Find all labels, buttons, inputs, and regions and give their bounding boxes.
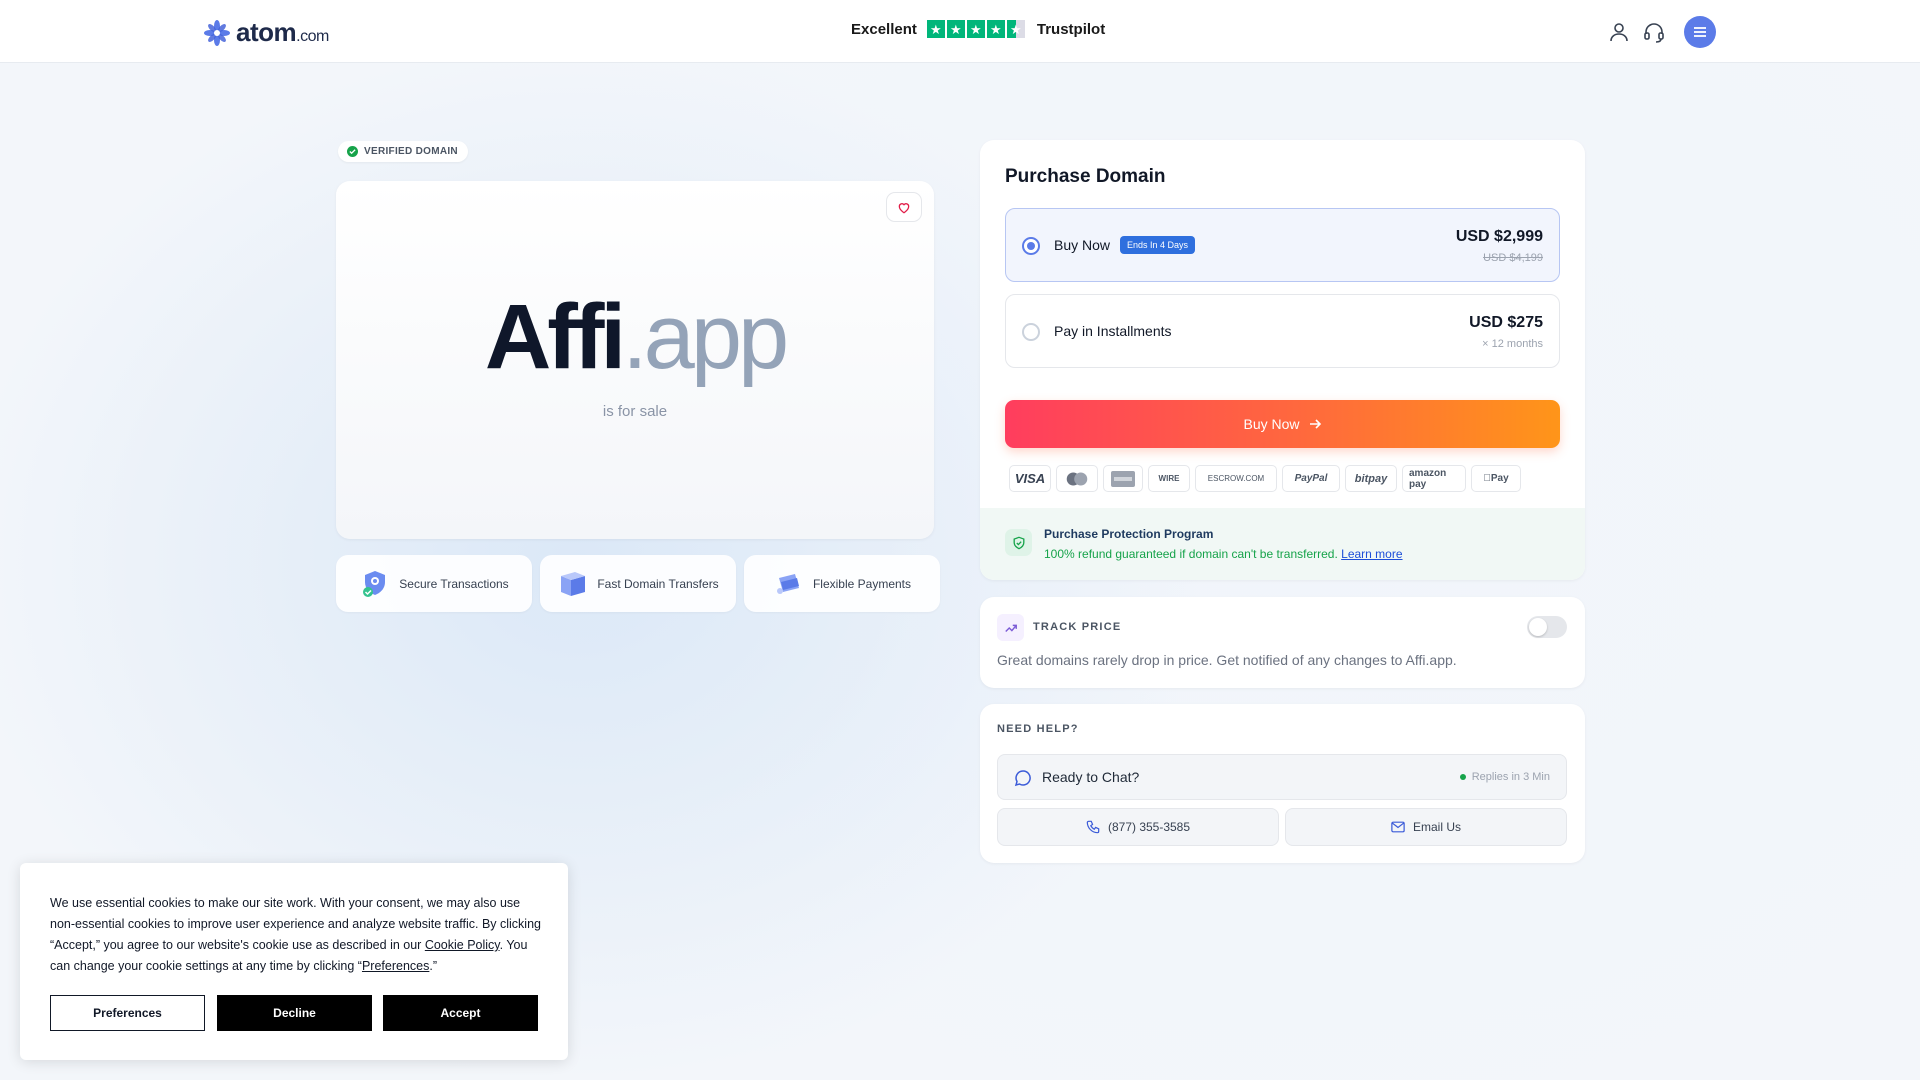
buy-now-price: USD $2,999 <box>1455 228 1543 245</box>
help-label: NEED HELP? <box>997 723 1079 735</box>
phone-number: (877) 355-3585 <box>1107 820 1191 834</box>
radio-buy-now[interactable] <box>1022 237 1040 255</box>
payment-methods: VISA WIRE ESCROW.COM PayPal bitpay amazo… <box>1009 465 1521 492</box>
phone-icon <box>1086 820 1100 834</box>
domain-base: Affi <box>484 286 626 388</box>
feature-label: Secure Transactions <box>399 576 509 591</box>
for-sale-label: is for sale <box>602 403 668 420</box>
heart-icon <box>898 202 910 214</box>
radio-installments[interactable] <box>1022 323 1040 341</box>
chat-label: Ready to Chat? <box>1042 769 1140 785</box>
shield-lock-icon <box>363 570 386 597</box>
purchase-protection: Purchase Protection Program 100% refund … <box>980 508 1585 580</box>
chat-status: Replies in 3 Min <box>1459 771 1550 783</box>
purchase-panel: Purchase Domain Buy Now Ends In 4 Days U… <box>980 140 1585 580</box>
favorite-button[interactable] <box>886 192 922 222</box>
phone-button[interactable]: (877) 355-3585 <box>997 808 1279 846</box>
protection-title: Purchase Protection Program <box>1044 527 1214 541</box>
arrow-right-icon <box>1309 419 1321 429</box>
star-icon: ★ <box>946 20 965 38</box>
amex-icon <box>1103 465 1143 492</box>
option-label: Buy Now <box>1054 237 1111 253</box>
cookie-banner: We use essential cookies to make our sit… <box>20 863 568 1060</box>
chat-bubble-icon <box>1014 770 1031 787</box>
installment-price: USD $275 <box>1469 314 1543 331</box>
visa-icon: VISA <box>1009 465 1051 492</box>
domain-name: Affi.app <box>336 291 934 383</box>
cookie-policy-link[interactable]: Cookie Policy <box>425 938 500 952</box>
trustpilot-rating-label: Excellent <box>851 20 917 38</box>
escrow-icon: ESCROW.COM <box>1195 465 1277 492</box>
atom-logo-icon <box>204 19 230 46</box>
hamburger-icon <box>1694 27 1706 37</box>
option-installments[interactable]: Pay in Installments USD $275 × 12 months <box>1005 294 1560 368</box>
buy-now-button[interactable]: Buy Now <box>1005 400 1560 448</box>
purchase-title: Purchase Domain <box>1005 166 1166 187</box>
check-circle-icon <box>347 146 358 157</box>
apple-pay-icon: Pay <box>1471 465 1521 492</box>
paypal-icon: PayPal <box>1282 465 1340 492</box>
trustpilot-brand: Trustpilot <box>1036 20 1106 38</box>
transfer-cube-icon <box>561 571 586 596</box>
headset-support-icon[interactable] <box>1642 20 1666 44</box>
amazon-pay-icon: amazon pay <box>1402 465 1466 492</box>
feature-fast-domain-transfers: Fast Domain Transfers <box>540 555 736 612</box>
verified-badge-label: VERIFIED DOMAIN <box>364 146 458 157</box>
option-buy-now[interactable]: Buy Now Ends In 4 Days USD $2,999 USD $4… <box>1005 208 1560 282</box>
accept-button[interactable]: Accept <box>383 995 538 1031</box>
shield-check-icon <box>1005 529 1032 556</box>
mastercard-icon <box>1056 465 1098 492</box>
logo[interactable]: atom.com <box>203 17 329 48</box>
online-status-dot <box>1459 774 1466 780</box>
option-label: Pay in Installments <box>1054 323 1172 339</box>
trending-up-icon <box>997 614 1024 641</box>
preferences-link[interactable]: Preferences <box>362 959 429 973</box>
preferences-button[interactable]: Preferences <box>50 995 205 1031</box>
decline-button[interactable]: Decline <box>217 995 372 1031</box>
feature-label: Flexible Payments <box>812 576 912 591</box>
half-star-icon: ★ <box>1006 20 1025 38</box>
mail-icon <box>1391 821 1405 833</box>
track-price-description: Great domains rarely drop in price. Get … <box>997 652 1457 668</box>
track-price-toggle[interactable] <box>1527 616 1567 638</box>
feature-flexible-payments: Flexible Payments <box>744 555 940 612</box>
feature-secure-transactions: Secure Transactions <box>336 555 532 612</box>
trustpilot-stars: ★ ★ ★ ★ ★ <box>926 20 1025 38</box>
help-card: NEED HELP? Ready to Chat? Replies in 3 M… <box>980 704 1585 863</box>
learn-more-link[interactable]: Learn more <box>1341 547 1402 561</box>
cookie-text: We use essential cookies to make our sit… <box>50 896 541 973</box>
payment-tag-icon <box>776 573 799 594</box>
deal-ends-badge: Ends In 4 Days <box>1120 236 1196 254</box>
domain-showcase-card: Affi.app is for sale <box>336 181 934 539</box>
email-button[interactable]: Email Us <box>1285 808 1567 846</box>
user-account-icon[interactable] <box>1607 20 1631 44</box>
email-label: Email Us <box>1412 820 1461 834</box>
star-icon: ★ <box>966 20 985 38</box>
logo-text: atom.com <box>236 17 329 47</box>
feature-label: Fast Domain Transfers <box>597 576 719 591</box>
track-price-label: TRACK PRICE <box>1033 621 1122 633</box>
installment-term: × 12 months <box>1482 338 1543 350</box>
verified-domain-badge: VERIFIED DOMAIN <box>338 141 468 162</box>
original-price: USD $4,199 <box>1483 252 1543 264</box>
buy-now-label: Buy Now <box>1243 416 1300 432</box>
site-header: atom.com Excellent ★ ★ ★ ★ ★ Trustpilot <box>0 0 1920 63</box>
star-icon: ★ <box>926 20 945 38</box>
protection-text: 100% refund guaranteed if domain can't b… <box>1044 547 1403 561</box>
chat-button[interactable]: Ready to Chat? Replies in 3 Min <box>997 754 1567 800</box>
domain-extension: .app <box>622 286 789 388</box>
wire-transfer-icon: WIRE <box>1148 465 1190 492</box>
star-icon: ★ <box>986 20 1005 38</box>
menu-button[interactable] <box>1684 16 1716 48</box>
trustpilot-rating[interactable]: Excellent ★ ★ ★ ★ ★ Trustpilot <box>851 20 1105 38</box>
bitpay-icon: bitpay <box>1345 465 1397 492</box>
track-price-card: TRACK PRICE Great domains rarely drop in… <box>980 597 1585 688</box>
